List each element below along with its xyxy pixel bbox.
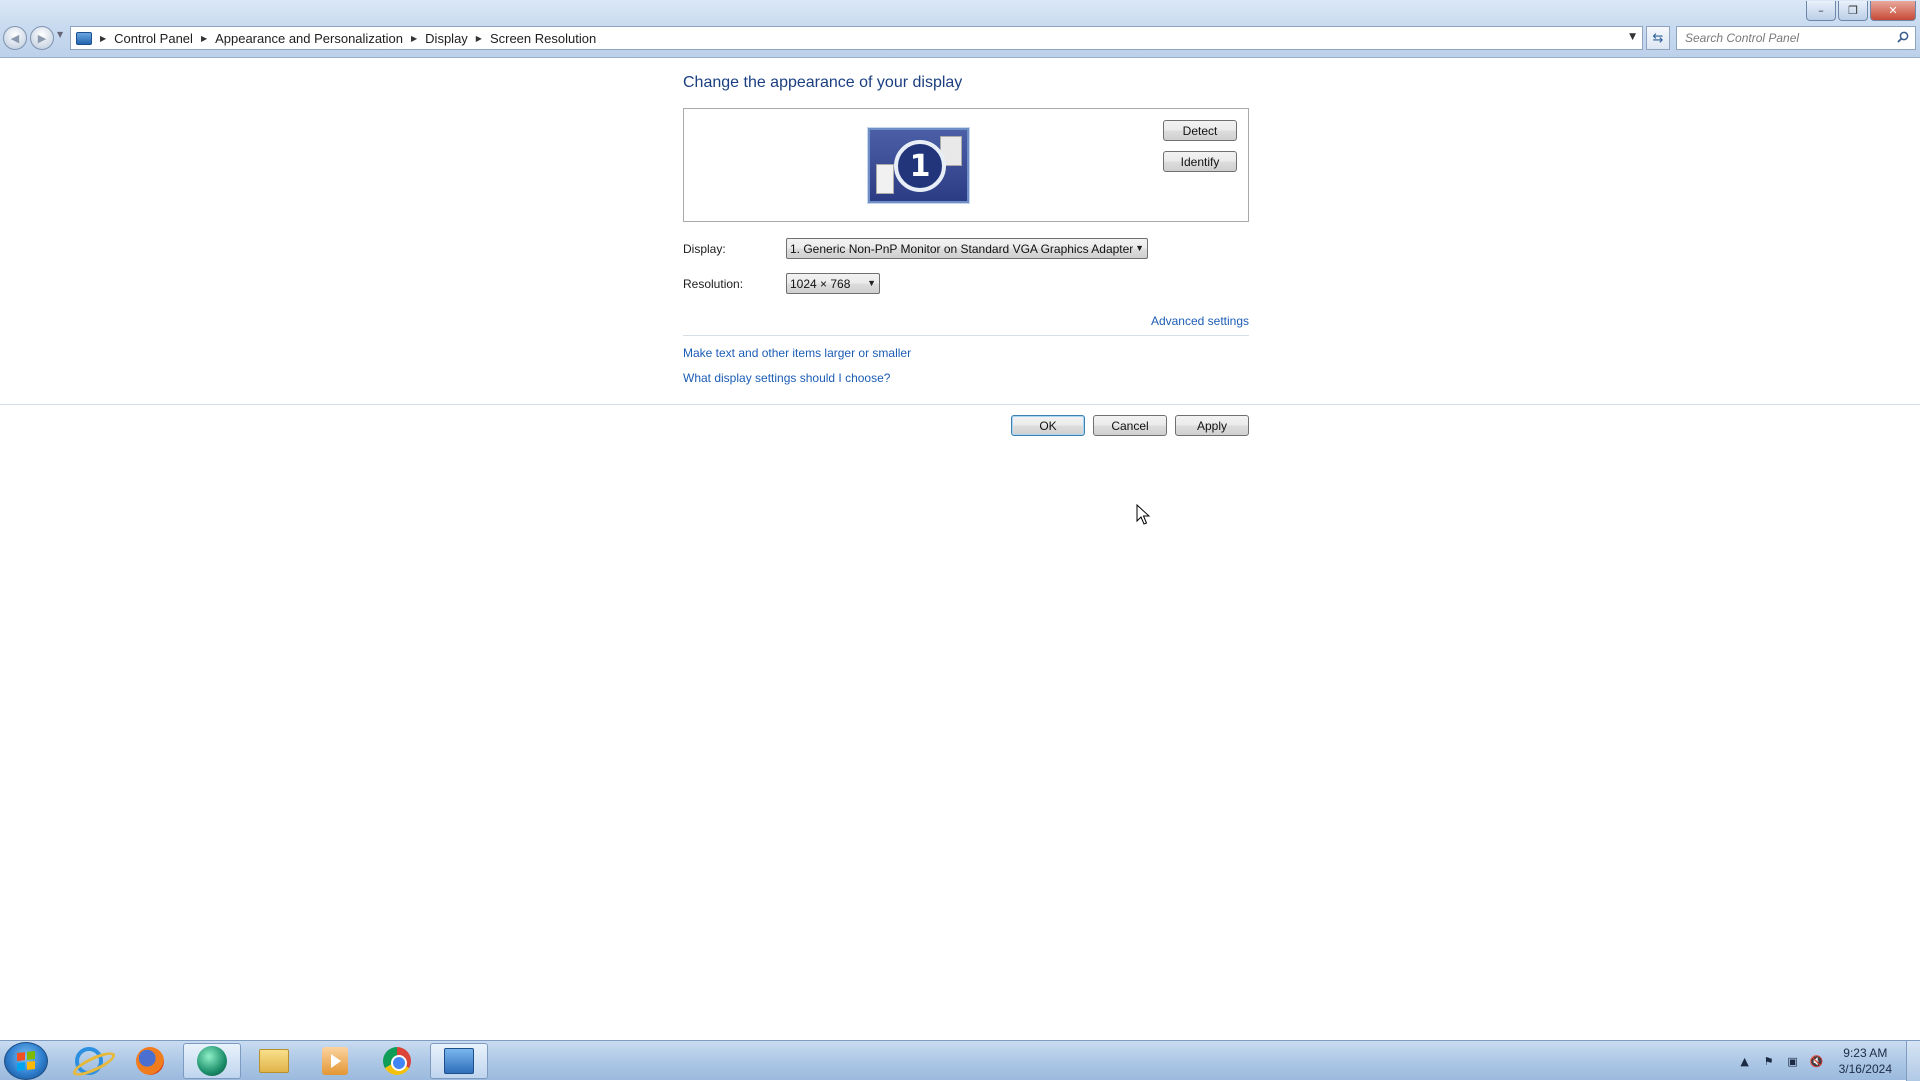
divider <box>683 335 1249 336</box>
display-select-value: 1. Generic Non-PnP Monitor on Standard V… <box>790 241 1134 256</box>
address-dropdown-icon[interactable]: ▼ <box>1629 32 1636 42</box>
resolution-select[interactable]: 1024 × 768 ▼ <box>786 273 880 294</box>
footer-divider <box>0 404 1920 405</box>
forward-button[interactable]: ▶ <box>30 26 54 50</box>
taskbar-teamviewer-like-app[interactable] <box>183 1043 241 1079</box>
breadcrumb-chevron-icon[interactable]: ▶ <box>100 34 106 43</box>
display-select[interactable]: 1. Generic Non-PnP Monitor on Standard V… <box>786 238 1148 259</box>
clock-time: 9:23 AM <box>1843 1046 1888 1060</box>
breadcrumb-display[interactable]: Display <box>425 31 468 46</box>
action-center-flag-icon[interactable]: ⚑ <box>1761 1053 1777 1069</box>
text-size-link[interactable]: Make text and other items larger or smal… <box>683 346 911 360</box>
screen-resolution-window: – ❐ ✕ ◀ ▶ ▼ ▶ Control Panel ▶ Appearance… <box>0 0 1920 1040</box>
chevron-down-icon: ▼ <box>1135 243 1144 253</box>
folder-icon <box>259 1049 289 1073</box>
breadcrumb-chevron-icon[interactable]: ▶ <box>476 34 482 43</box>
breadcrumb-chevron-icon[interactable]: ▶ <box>411 34 417 43</box>
control-panel-icon <box>444 1048 474 1074</box>
title-bar: – ❐ ✕ ◀ ▶ ▼ ▶ Control Panel ▶ Appearance… <box>0 0 1920 58</box>
detect-button[interactable]: Detect <box>1163 120 1237 141</box>
taskbar-chrome[interactable] <box>368 1043 426 1079</box>
firefox-icon <box>136 1047 164 1075</box>
restore-button[interactable]: ❐ <box>1838 1 1868 21</box>
address-bar[interactable]: ▶ Control Panel ▶ Appearance and Persona… <box>70 26 1643 50</box>
network-icon[interactable]: ▣ <box>1785 1053 1801 1069</box>
monitor-preview-window <box>876 164 894 194</box>
volume-muted-icon[interactable]: 🔇 <box>1809 1053 1825 1069</box>
monitor-number-badge: 1 <box>894 140 946 192</box>
cancel-button[interactable]: Cancel <box>1093 415 1167 436</box>
search-input[interactable] <box>1685 31 1885 45</box>
app-icon <box>197 1046 227 1076</box>
breadcrumb-screen-resolution[interactable]: Screen Resolution <box>490 31 596 46</box>
back-arrow-icon: ◀ <box>10 31 20 45</box>
recent-pages-dropdown[interactable]: ▼ <box>57 30 63 39</box>
taskbar-control-panel[interactable] <box>430 1043 488 1079</box>
internet-explorer-icon <box>75 1047 103 1075</box>
monitor-arrangement-area: 1 Detect Identify <box>683 108 1249 222</box>
chevron-down-icon: ▼ <box>867 278 876 288</box>
clock[interactable]: 9:23 AM 3/16/2024 <box>1839 1045 1892 1077</box>
display-help-link[interactable]: What display settings should I choose? <box>683 371 890 385</box>
search-box[interactable] <box>1676 26 1916 50</box>
ok-button[interactable]: OK <box>1011 415 1085 436</box>
breadcrumb-control-panel[interactable]: Control Panel <box>114 31 193 46</box>
media-player-icon <box>322 1047 348 1075</box>
start-button[interactable] <box>4 1042 48 1080</box>
resolution-select-value: 1024 × 768 <box>790 276 851 291</box>
forward-arrow-icon: ▶ <box>37 31 47 45</box>
taskbar-file-explorer[interactable] <box>245 1043 303 1079</box>
monitor-1-thumbnail[interactable]: 1 <box>868 128 969 203</box>
refresh-button[interactable]: ⇆ <box>1646 26 1670 50</box>
breadcrumb-chevron-icon[interactable]: ▶ <box>201 34 207 43</box>
display-label: Display: <box>683 242 726 256</box>
mouse-cursor-icon <box>1136 504 1150 525</box>
back-button[interactable]: ◀ <box>3 26 27 50</box>
refresh-icon: ⇆ <box>1652 30 1664 46</box>
taskbar-firefox[interactable] <box>121 1043 179 1079</box>
minimize-button[interactable]: – <box>1806 1 1836 21</box>
taskbar: ▲ ⚑ ▣ 🔇 9:23 AM 3/16/2024 <box>0 1040 1920 1081</box>
caption-buttons: – ❐ ✕ <box>1806 1 1916 21</box>
show-desktop-button[interactable] <box>1906 1041 1920 1081</box>
taskbar-media-player[interactable] <box>306 1043 364 1079</box>
clock-date: 3/16/2024 <box>1838 1062 1892 1076</box>
breadcrumb-appearance[interactable]: Appearance and Personalization <box>215 31 403 46</box>
search-icon[interactable] <box>1897 31 1909 43</box>
apply-button[interactable]: Apply <box>1175 415 1249 436</box>
identify-button[interactable]: Identify <box>1163 151 1237 172</box>
page-title: Change the appearance of your display <box>683 74 963 91</box>
windows-logo-icon <box>17 1051 35 1071</box>
resolution-label: Resolution: <box>683 277 744 291</box>
control-panel-icon <box>76 31 92 45</box>
taskbar-internet-explorer[interactable] <box>60 1043 118 1079</box>
advanced-settings-link[interactable]: Advanced settings <box>1151 314 1249 328</box>
chrome-icon <box>383 1047 411 1075</box>
close-button[interactable]: ✕ <box>1870 1 1916 21</box>
system-tray: ▲ ⚑ ▣ 🔇 9:23 AM 3/16/2024 <box>1733 1041 1920 1081</box>
show-hidden-icons-icon[interactable]: ▲ <box>1737 1053 1753 1069</box>
